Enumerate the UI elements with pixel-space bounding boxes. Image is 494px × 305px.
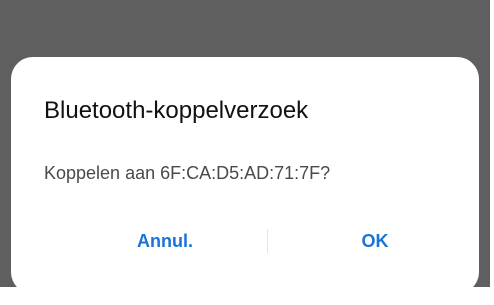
action-divider — [267, 229, 268, 253]
ok-button[interactable]: OK — [285, 217, 465, 265]
dialog-actions: Annul. OK — [11, 217, 479, 265]
dialog-message: Koppelen aan 6F:CA:D5:AD:71:7F? — [44, 163, 331, 183]
bluetooth-pairing-dialog: Bluetooth-koppelverzoek Koppelen aan 6F:… — [11, 57, 479, 294]
cancel-button[interactable]: Annul. — [75, 217, 255, 265]
dialog-title: Bluetooth-koppelverzoek — [44, 97, 309, 124]
